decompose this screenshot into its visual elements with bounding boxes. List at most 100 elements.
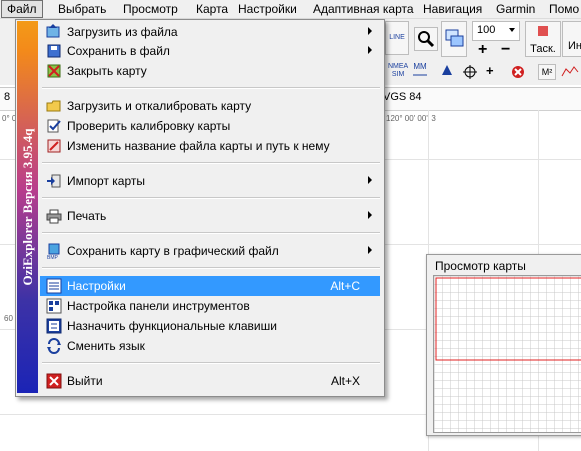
preview-title: Просмотр карты bbox=[435, 259, 526, 273]
menu-item-shortcut: Alt+X bbox=[330, 374, 360, 388]
menu-item-label: Выйти bbox=[67, 374, 103, 388]
menu-moving-map[interactable]: Адаптивная карта bbox=[308, 0, 419, 18]
submenu-arrow-icon bbox=[368, 246, 372, 254]
menu-item-label: Загрузить и откалибровать карту bbox=[67, 99, 252, 113]
menu-help[interactable]: Помо bbox=[544, 0, 581, 18]
mm-label: MM bbox=[413, 62, 427, 71]
crosshair-icon[interactable] bbox=[463, 65, 477, 79]
menu-item-label: Загрузить из файла bbox=[67, 25, 178, 39]
svg-text:BMP: BMP bbox=[47, 255, 59, 259]
sim-label: SIM bbox=[391, 71, 405, 78]
zoom-value: 100 bbox=[477, 24, 496, 36]
menu-item-import-map[interactable]: Импорт карты bbox=[40, 171, 380, 191]
chevron-down-icon bbox=[509, 28, 515, 32]
import-map-icon bbox=[47, 174, 61, 188]
menu-item-rename-map[interactable]: Изменить название файла карты и путь к н… bbox=[40, 136, 380, 156]
menu-item-label: Назначить функциональные клавиши bbox=[67, 319, 277, 333]
info-button[interactable]: Ин bbox=[562, 21, 581, 57]
nmea-arrow-icon[interactable] bbox=[438, 63, 456, 81]
menu-garmin[interactable]: Garmin bbox=[491, 0, 540, 18]
windows-icon bbox=[445, 29, 464, 47]
menu-bar: Файл Выбрать Просмотр Карта Настройки Ад… bbox=[0, 0, 581, 19]
change-language-icon bbox=[47, 338, 61, 354]
map-preview-window[interactable]: Просмотр карты bbox=[426, 254, 581, 436]
menu-item-print[interactable]: Печать bbox=[40, 206, 380, 226]
menu-item-load-calibrate[interactable]: Загрузить и откалибровать карту bbox=[40, 96, 380, 116]
menu-view[interactable]: Просмотр bbox=[118, 0, 183, 18]
menu-item-label: Настройки bbox=[67, 279, 126, 293]
zoom-out-icon[interactable]: − bbox=[501, 41, 510, 59]
zoom-select[interactable]: 100 bbox=[472, 21, 520, 41]
task-button[interactable]: Таск. bbox=[525, 21, 561, 57]
check-calibration-icon bbox=[47, 119, 61, 133]
submenu-arrow-icon bbox=[368, 27, 372, 35]
menu-item-close-map[interactable]: Закрыть карту bbox=[40, 61, 380, 81]
zoom-in-icon[interactable]: + bbox=[478, 41, 487, 59]
print-icon bbox=[46, 209, 62, 224]
menu-separator bbox=[42, 362, 380, 364]
menu-item-load-from-file[interactable]: Загрузить из файла bbox=[40, 22, 380, 42]
file-menu: OziExplorer Версия 3.95.4q Загрузить из … bbox=[15, 19, 385, 397]
menu-item-change-language[interactable]: Сменить язык bbox=[40, 336, 380, 356]
line-tool-button[interactable]: LINE bbox=[385, 21, 409, 55]
map-window-button[interactable] bbox=[441, 21, 467, 57]
menu-item-save-image[interactable]: BMP Сохранить карту в графический файл bbox=[40, 241, 380, 261]
menu-item-label: Сохранить в файл bbox=[67, 44, 170, 58]
menu-item-label: Закрыть карту bbox=[67, 64, 147, 78]
close-map-icon bbox=[47, 64, 61, 78]
menu-settings[interactable]: Настройки bbox=[233, 0, 302, 18]
preview-canvas[interactable] bbox=[433, 275, 581, 433]
bmp-file-icon: BMP bbox=[47, 243, 60, 259]
area-button[interactable]: M² bbox=[538, 64, 556, 80]
load-map-icon bbox=[46, 24, 60, 38]
menu-separator bbox=[42, 232, 380, 234]
menu-item-settings[interactable]: Настройки Alt+C bbox=[40, 276, 380, 296]
stop-icon[interactable] bbox=[511, 65, 525, 79]
menu-separator bbox=[42, 267, 380, 269]
menu-item-function-keys[interactable]: Назначить функциональные клавиши bbox=[40, 316, 380, 336]
menu-item-check-calibration[interactable]: Проверить калибровку карты bbox=[40, 116, 380, 136]
menu-navigation[interactable]: Навигация bbox=[418, 0, 487, 18]
add-point-icon[interactable]: + bbox=[486, 63, 494, 78]
datum-label: VGS 84 bbox=[383, 91, 422, 103]
menu-item-save-to-file[interactable]: Сохранить в файл bbox=[40, 41, 380, 61]
zoom-button[interactable] bbox=[414, 27, 438, 51]
exit-icon bbox=[46, 373, 62, 389]
version-text: OziExplorer Версия 3.95.4q bbox=[19, 128, 35, 286]
menu-item-label: Настройка панели инструментов bbox=[67, 299, 250, 313]
rename-map-icon bbox=[47, 139, 61, 153]
settings-icon bbox=[46, 278, 62, 294]
menu-item-label: Сменить язык bbox=[67, 339, 145, 353]
ruler-icon bbox=[413, 74, 427, 76]
task-icon bbox=[538, 26, 548, 36]
submenu-arrow-icon bbox=[368, 46, 372, 54]
submenu-arrow-icon bbox=[368, 211, 372, 219]
info-label: Ин bbox=[568, 40, 581, 52]
menu-item-toolbar-config[interactable]: Настройка панели инструментов bbox=[40, 296, 380, 316]
menu-item-label: Изменить название файла карты и путь к н… bbox=[67, 139, 330, 153]
menu-separator bbox=[42, 87, 380, 89]
open-folder-icon bbox=[46, 100, 61, 112]
submenu-arrow-icon bbox=[368, 176, 372, 184]
menu-select[interactable]: Выбрать bbox=[53, 0, 111, 18]
menu-item-label: Проверить калибровку карты bbox=[67, 119, 231, 133]
save-disk-icon bbox=[47, 44, 61, 58]
nmea-sim-button[interactable]: NMEA SIM bbox=[388, 63, 408, 79]
line-label: LINE bbox=[389, 34, 405, 41]
menu-item-shortcut: Alt+C bbox=[330, 279, 360, 293]
magnifier-icon bbox=[418, 31, 435, 48]
preview-grid bbox=[434, 276, 581, 432]
menu-map[interactable]: Карта bbox=[191, 0, 233, 18]
menu-separator bbox=[42, 162, 380, 164]
menu-file[interactable]: Файл bbox=[1, 0, 43, 18]
nmea-label: NMEA bbox=[388, 63, 409, 70]
m2-label: M² bbox=[541, 67, 553, 77]
coord-readout: 8 bbox=[4, 91, 11, 103]
version-stripe: OziExplorer Версия 3.95.4q bbox=[17, 21, 38, 393]
menu-item-exit[interactable]: Выйти Alt+X bbox=[40, 371, 380, 391]
menu-separator bbox=[42, 197, 380, 199]
chart-icon[interactable] bbox=[561, 64, 579, 78]
menu-item-label: Печать bbox=[67, 209, 107, 223]
mm-button[interactable]: MM bbox=[412, 63, 428, 81]
toolbar-config-icon bbox=[46, 298, 62, 314]
